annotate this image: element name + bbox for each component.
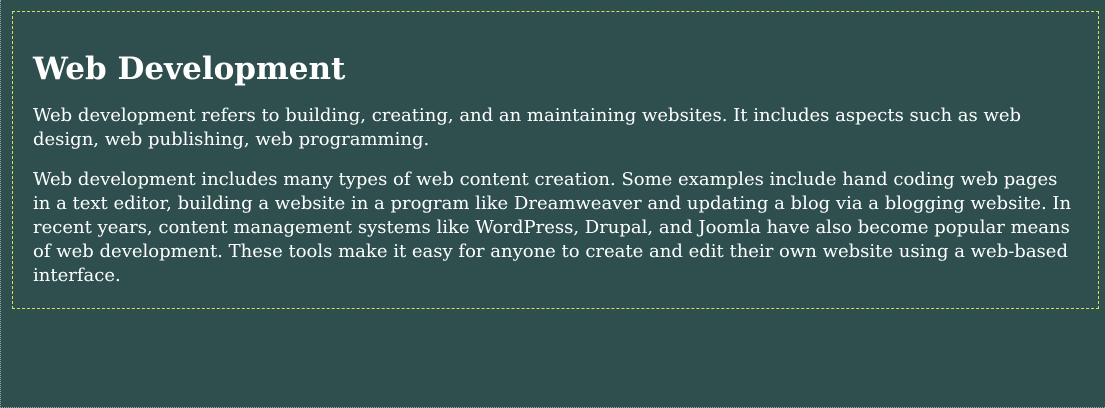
details-paragraph: Web development includes many types of w… xyxy=(33,169,1072,286)
content-box: Web Development Web development refers t… xyxy=(12,11,1099,309)
page-title: Web Development xyxy=(33,51,346,87)
intro-paragraph: Web development refers to building, crea… xyxy=(33,105,1022,150)
